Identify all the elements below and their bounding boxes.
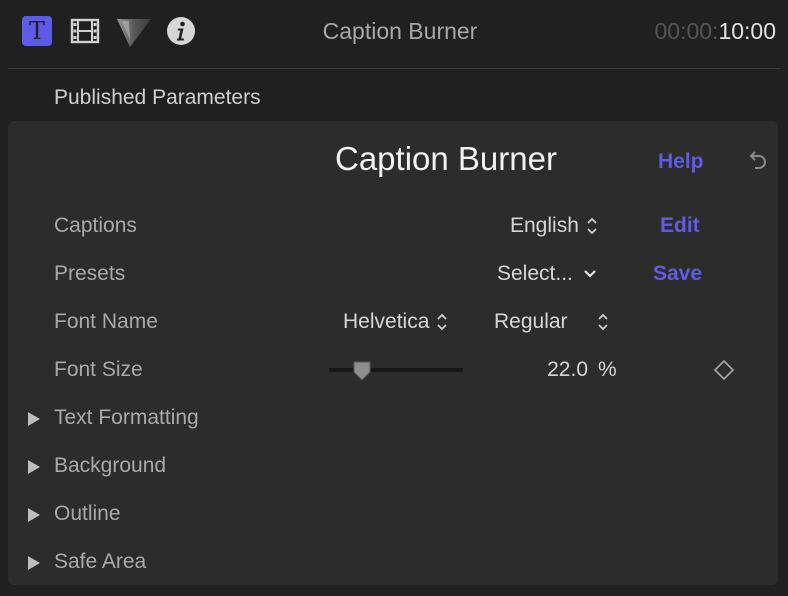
group-outline[interactable]: Outline: [26, 502, 326, 532]
info-inspector-icon[interactable]: [166, 16, 196, 46]
text-inspector-glyph: T: [28, 17, 45, 45]
presets-label: Presets: [54, 262, 126, 285]
up-down-chevron-icon: [587, 218, 597, 235]
font-style-value: Regular: [494, 310, 568, 333]
font-family-value: Helvetica: [343, 310, 430, 333]
toolbar-divider: [8, 68, 780, 69]
timecode-value: 10:00: [718, 18, 776, 44]
font-style-popup[interactable]: Regular: [494, 310, 610, 334]
generator-title: Caption Burner: [335, 140, 557, 177]
up-down-chevron-icon: [437, 314, 448, 331]
edit-captions-button[interactable]: Edit: [660, 214, 700, 238]
font-size-value-field[interactable]: 22.0: [500, 358, 588, 382]
group-safe-area[interactable]: Safe Area: [26, 550, 326, 580]
group-text-formatting[interactable]: Text Formatting: [26, 406, 326, 436]
font-size-label: Font Size: [54, 358, 143, 381]
font-name-label: Font Name: [54, 310, 158, 333]
disclosure-triangle-icon: [28, 556, 40, 570]
font-size-slider[interactable]: [329, 360, 463, 382]
presets-value: Select...: [497, 262, 573, 285]
timecode-display: 00:00:10:00: [654, 18, 776, 45]
group-label: Outline: [54, 502, 121, 525]
font-family-popup[interactable]: Helvetica: [343, 310, 449, 334]
text-inspector-icon[interactable]: T: [22, 16, 52, 46]
disclosure-triangle-icon: [28, 508, 40, 522]
font-size-unit: %: [598, 358, 617, 381]
presets-popup[interactable]: Select...: [497, 262, 597, 286]
color-inspector-icon[interactable]: [116, 18, 151, 48]
inspector-title: Caption Burner: [322, 18, 478, 44]
published-parameters-heading: Published Parameters: [54, 86, 261, 109]
timecode-leading: 00:00:: [654, 18, 719, 44]
inspector-toolbar: T Caption Burner 00:00:10:00: [0, 0, 788, 66]
save-preset-button[interactable]: Save: [653, 262, 702, 286]
captions-label: Captions: [54, 214, 137, 237]
up-down-chevron-icon: [597, 314, 608, 331]
reset-icon[interactable]: [746, 150, 768, 174]
slider-track: [329, 368, 463, 372]
chevron-down-icon: [584, 270, 596, 279]
captions-value: English: [510, 214, 579, 237]
slider-thumb[interactable]: [351, 360, 373, 382]
keyframe-diamond-icon[interactable]: [712, 359, 736, 381]
group-background[interactable]: Background: [26, 454, 326, 484]
captions-popup[interactable]: English: [510, 214, 599, 238]
video-inspector-icon[interactable]: [70, 16, 100, 46]
group-label: Background: [54, 454, 167, 477]
group-label: Safe Area: [54, 550, 147, 573]
group-label: Text Formatting: [54, 406, 199, 429]
disclosure-triangle-icon: [28, 412, 40, 426]
help-button[interactable]: Help: [658, 150, 704, 174]
disclosure-triangle-icon: [28, 460, 40, 474]
